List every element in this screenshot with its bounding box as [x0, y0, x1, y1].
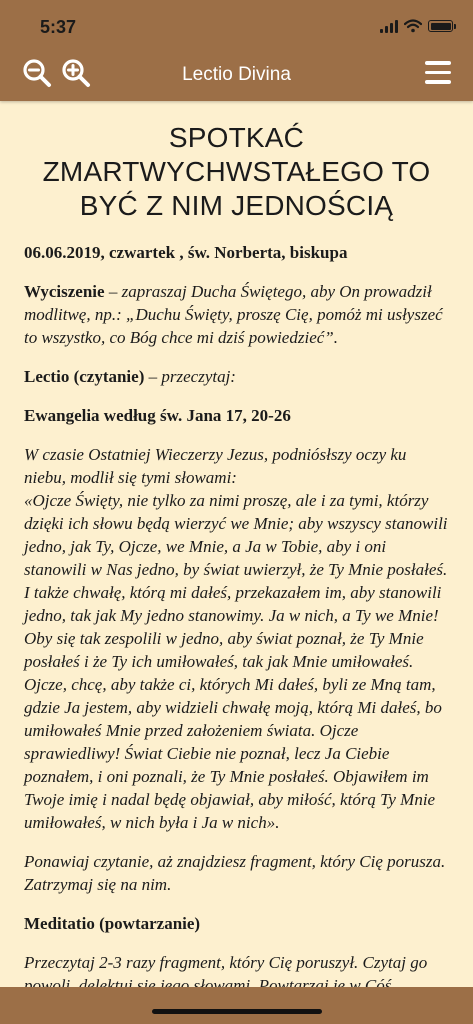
date-line: 06.06.2019, czwartek , św. Norberta, bis… [24, 243, 348, 262]
zoom-out-icon [23, 59, 51, 87]
status-time: 5:37 [40, 17, 77, 37]
signal-icon [380, 19, 398, 33]
menu-button[interactable] [425, 61, 451, 85]
wifi-icon [404, 19, 422, 33]
status-icons [380, 19, 456, 33]
bottom-bar [0, 987, 473, 1024]
zoom-in-icon [62, 59, 90, 87]
lectio-text: – przeczytaj: [144, 367, 236, 386]
article-content[interactable]: SPOTKAĆ ZMARTWYCHWSTAŁEGO TO BYĆ Z NIM J… [0, 101, 473, 987]
wyciszenie-label: Wyciszenie [24, 282, 105, 301]
battery-icon [428, 20, 456, 32]
meditatio-text: Przeczytaj 2-3 razy fragment, który Cię … [24, 953, 428, 987]
gospel-heading: Ewangelia według św. Jana 17, 20-26 [24, 406, 291, 425]
lectio-label: Lectio (czytanie) [24, 367, 145, 386]
zoom-out-button[interactable] [22, 58, 52, 88]
gospel-text: W czasie Ostatniej Wieczerzy Jezus, podn… [24, 443, 449, 834]
meditatio-heading: Meditatio (powtarzanie) [24, 914, 201, 933]
lectio-paragraph: Lectio (czytanie) – przeczytaj: [24, 365, 449, 388]
article-title: SPOTKAĆ ZMARTWYCHWSTAŁEGO TO BYĆ Z NIM J… [42, 122, 431, 221]
gospel-intro: W czasie Ostatniej Wieczerzy Jezus, podn… [24, 445, 407, 487]
wyciszenie-paragraph: Wyciszenie – zapraszaj Ducha Świętego, a… [24, 280, 449, 349]
top-bar: 5:37 Lectio Divina [0, 0, 473, 101]
hamburger-menu-icon [425, 61, 451, 84]
zoom-in-button[interactable] [61, 58, 91, 88]
gospel-part-1: «Ojcze Święty, nie tylko za nimi proszę,… [24, 491, 448, 671]
gospel-part-2: Ojcze, chcę, aby także ci, których Mi da… [24, 675, 442, 832]
repeat-instruction: Ponawiaj czytanie, aż znajdziesz fragmen… [24, 852, 446, 894]
home-indicator[interactable] [152, 1009, 322, 1014]
